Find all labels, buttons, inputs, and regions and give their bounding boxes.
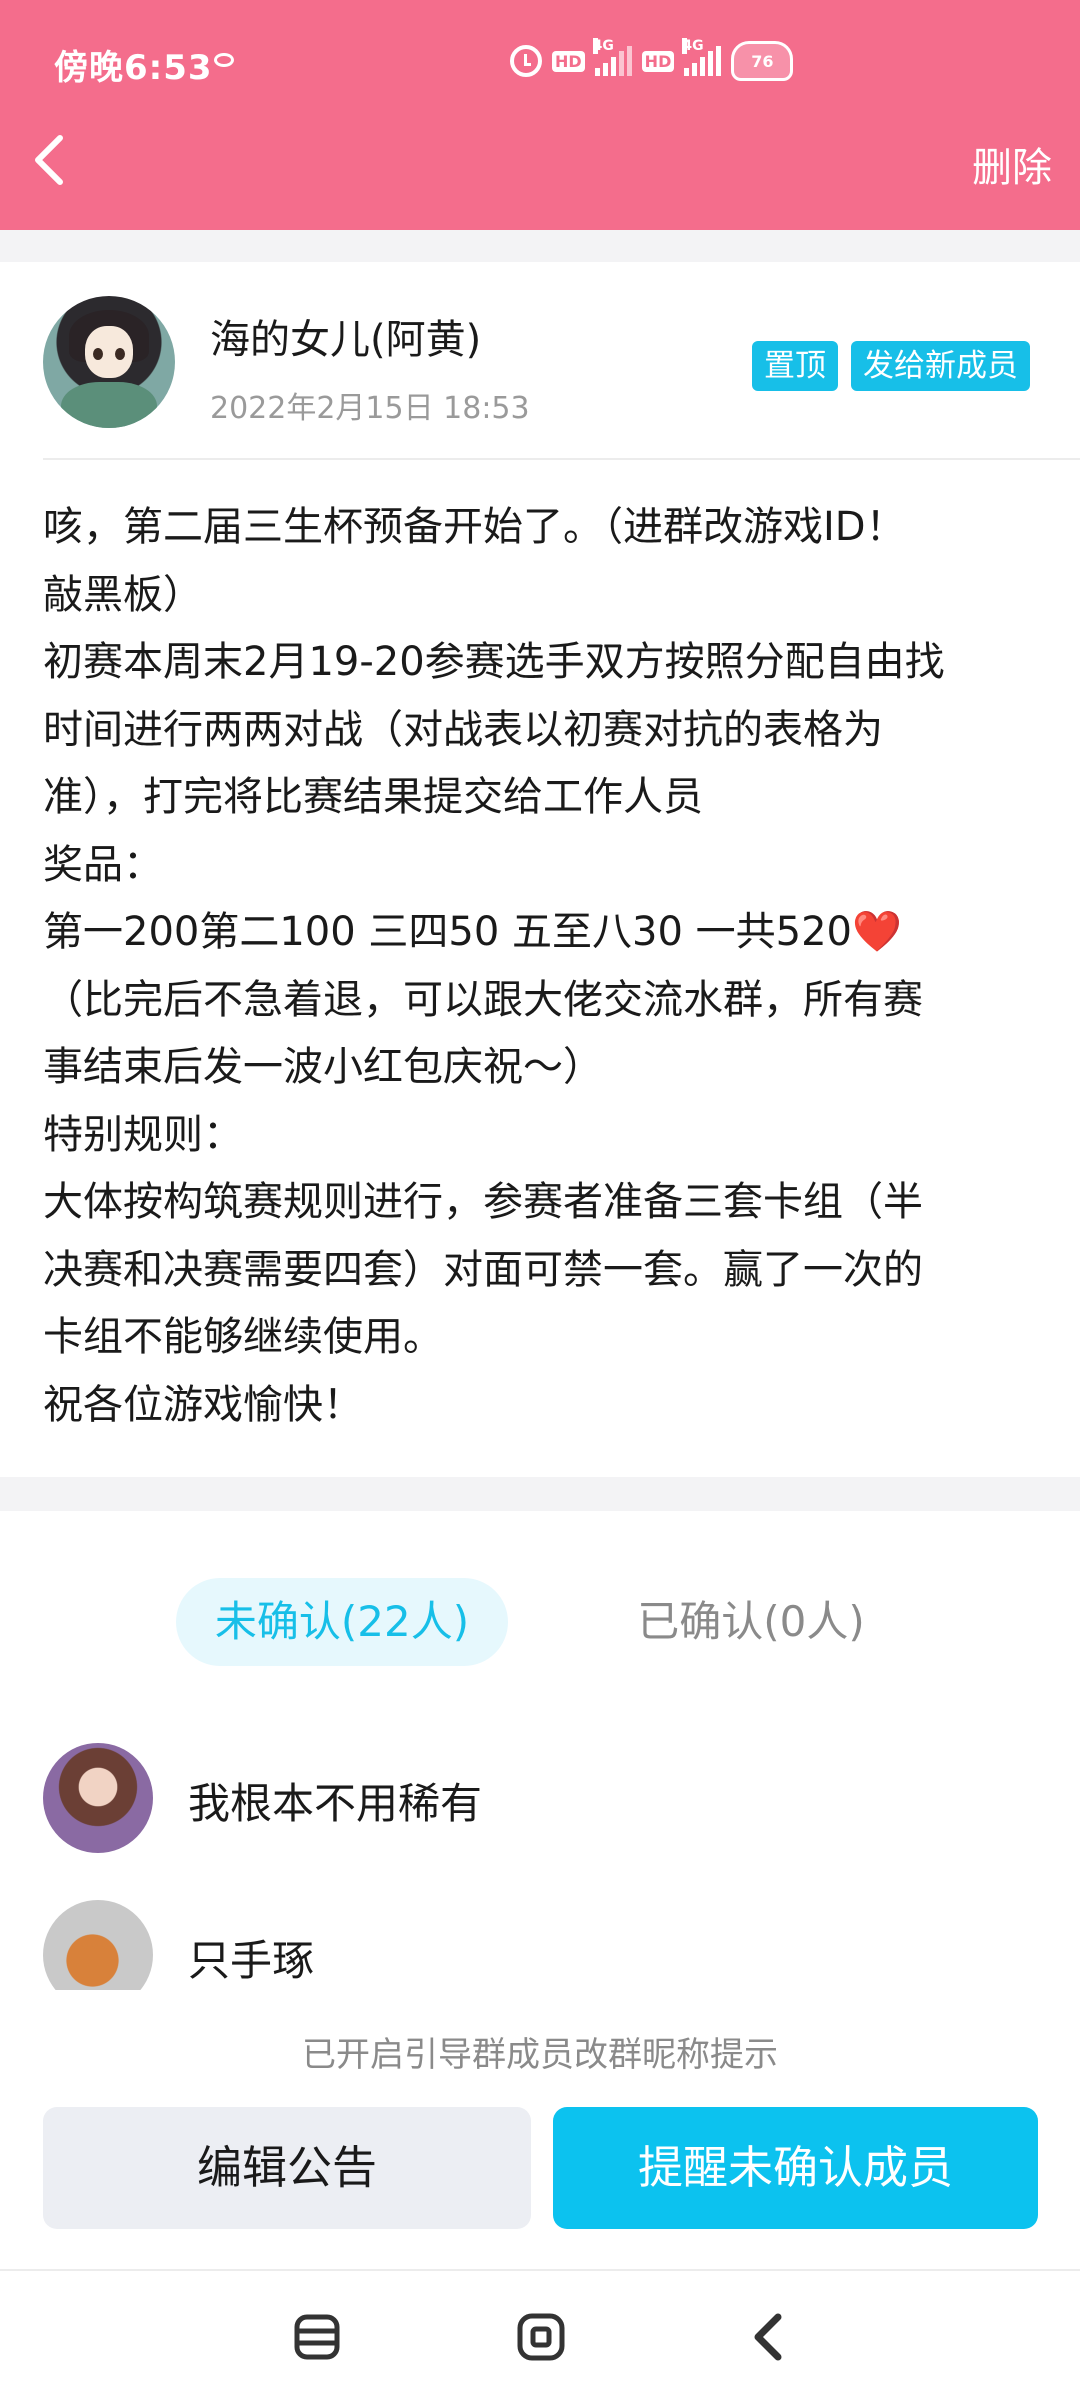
body-line: 奖品： <box>43 841 163 888</box>
menu-icon[interactable] <box>287 2307 347 2367</box>
announcement-body: 咳，第二届三生杯预备开始了。（进群改游戏ID！ 敲黑板） 初赛本周末2月19-2… <box>43 494 1043 1439</box>
heart-icon: ❤️ <box>851 909 902 955</box>
divider <box>43 458 1080 460</box>
body-line: 敲黑板） <box>43 571 203 618</box>
send-to-new-members-badge: 发给新成员 <box>851 341 1030 391</box>
body-line: 祝各位游戏愉快！ <box>43 1381 363 1428</box>
body-line-text: 第一200第二100 三四50 五至八30 一共520 <box>43 909 852 955</box>
eye-icon <box>214 53 234 67</box>
list-item[interactable]: 只手琢 <box>0 1860 1080 1990</box>
avatar <box>43 1900 153 1990</box>
signal-icon: 4G <box>592 38 632 76</box>
body-line: （比完后不急着退，可以跟大佬交流水群，所有赛 <box>43 976 923 1023</box>
chevron-left-icon[interactable] <box>22 130 82 190</box>
status-icons: HD 4G HD 4G 76 <box>510 38 794 82</box>
member-name: 只手琢 <box>188 1936 315 1985</box>
body-line: 决赛和决赛需要四套）对面可禁一套。赢了一次的 <box>43 1246 923 1293</box>
post-timestamp: 2022年2月15日 18:53 <box>210 391 530 426</box>
nickname-hint: 已开启引导群成员改群昵称提示 <box>302 2035 778 2075</box>
body-line: 卡组不能够继续使用。 <box>43 1314 443 1360</box>
body-line: 特别规则： <box>43 1111 243 1158</box>
network-label: 4G <box>592 38 614 54</box>
author-name: 海的女儿(阿黄) <box>210 317 482 363</box>
top-header: 傍晚6:53 HD 4G HD 4G 76 删除 <box>0 0 1080 230</box>
hd-badge: HD <box>641 50 675 72</box>
edit-announcement-button[interactable]: 编辑公告 <box>43 2107 531 2229</box>
status-bar: 傍晚6:53 HD 4G HD 4G 76 <box>0 0 1080 125</box>
back-icon[interactable] <box>738 2307 798 2367</box>
body-line: 初赛本周末2月19-20参赛选手双方按照分配自由找 <box>43 639 945 685</box>
delete-button[interactable]: 删除 <box>972 135 1052 193</box>
author-avatar[interactable] <box>43 296 175 428</box>
status-time: 傍晚6:53 <box>54 48 213 88</box>
body-line: 准），打完将比赛结果提交给工作人员 <box>43 774 703 820</box>
hd-badge: HD <box>552 50 585 72</box>
home-icon[interactable] <box>511 2307 571 2367</box>
section-gap <box>0 230 1080 262</box>
tab-confirmed[interactable]: 已确认(0人) <box>585 1578 917 1666</box>
body-line: 咳，第二届三生杯预备开始了。（进群改游戏ID！ <box>43 504 906 550</box>
list-item[interactable]: 我根本不用稀有 <box>0 1700 1080 1860</box>
pinned-badge: 置顶 <box>752 341 838 391</box>
battery-icon: 76 <box>731 41 794 81</box>
member-list[interactable]: 我根本不用稀有 只手琢 <box>0 1700 1080 1990</box>
alarm-icon <box>510 45 542 77</box>
body-line: 时间进行两两对战（对战表以初赛对抗的表格为 <box>43 706 883 753</box>
body-line-prizes: 第一200第二100 三四50 五至八30 一共520❤️ <box>43 899 1043 967</box>
signal-icon: 4G <box>682 38 722 76</box>
remind-unconfirmed-button[interactable]: 提醒未确认成员 <box>553 2107 1038 2229</box>
avatar <box>43 1743 153 1853</box>
body-line: 大体按构筑赛规则进行，参赛者准备三套卡组（半 <box>43 1179 923 1225</box>
network-label: 4G <box>682 38 704 54</box>
body-line: 事结束后发一波小红包庆祝～） <box>43 1044 603 1090</box>
member-name: 我根本不用稀有 <box>188 1779 483 1828</box>
tab-unconfirmed[interactable]: 未确认(22人) <box>176 1578 508 1666</box>
section-gap <box>0 1477 1080 1511</box>
